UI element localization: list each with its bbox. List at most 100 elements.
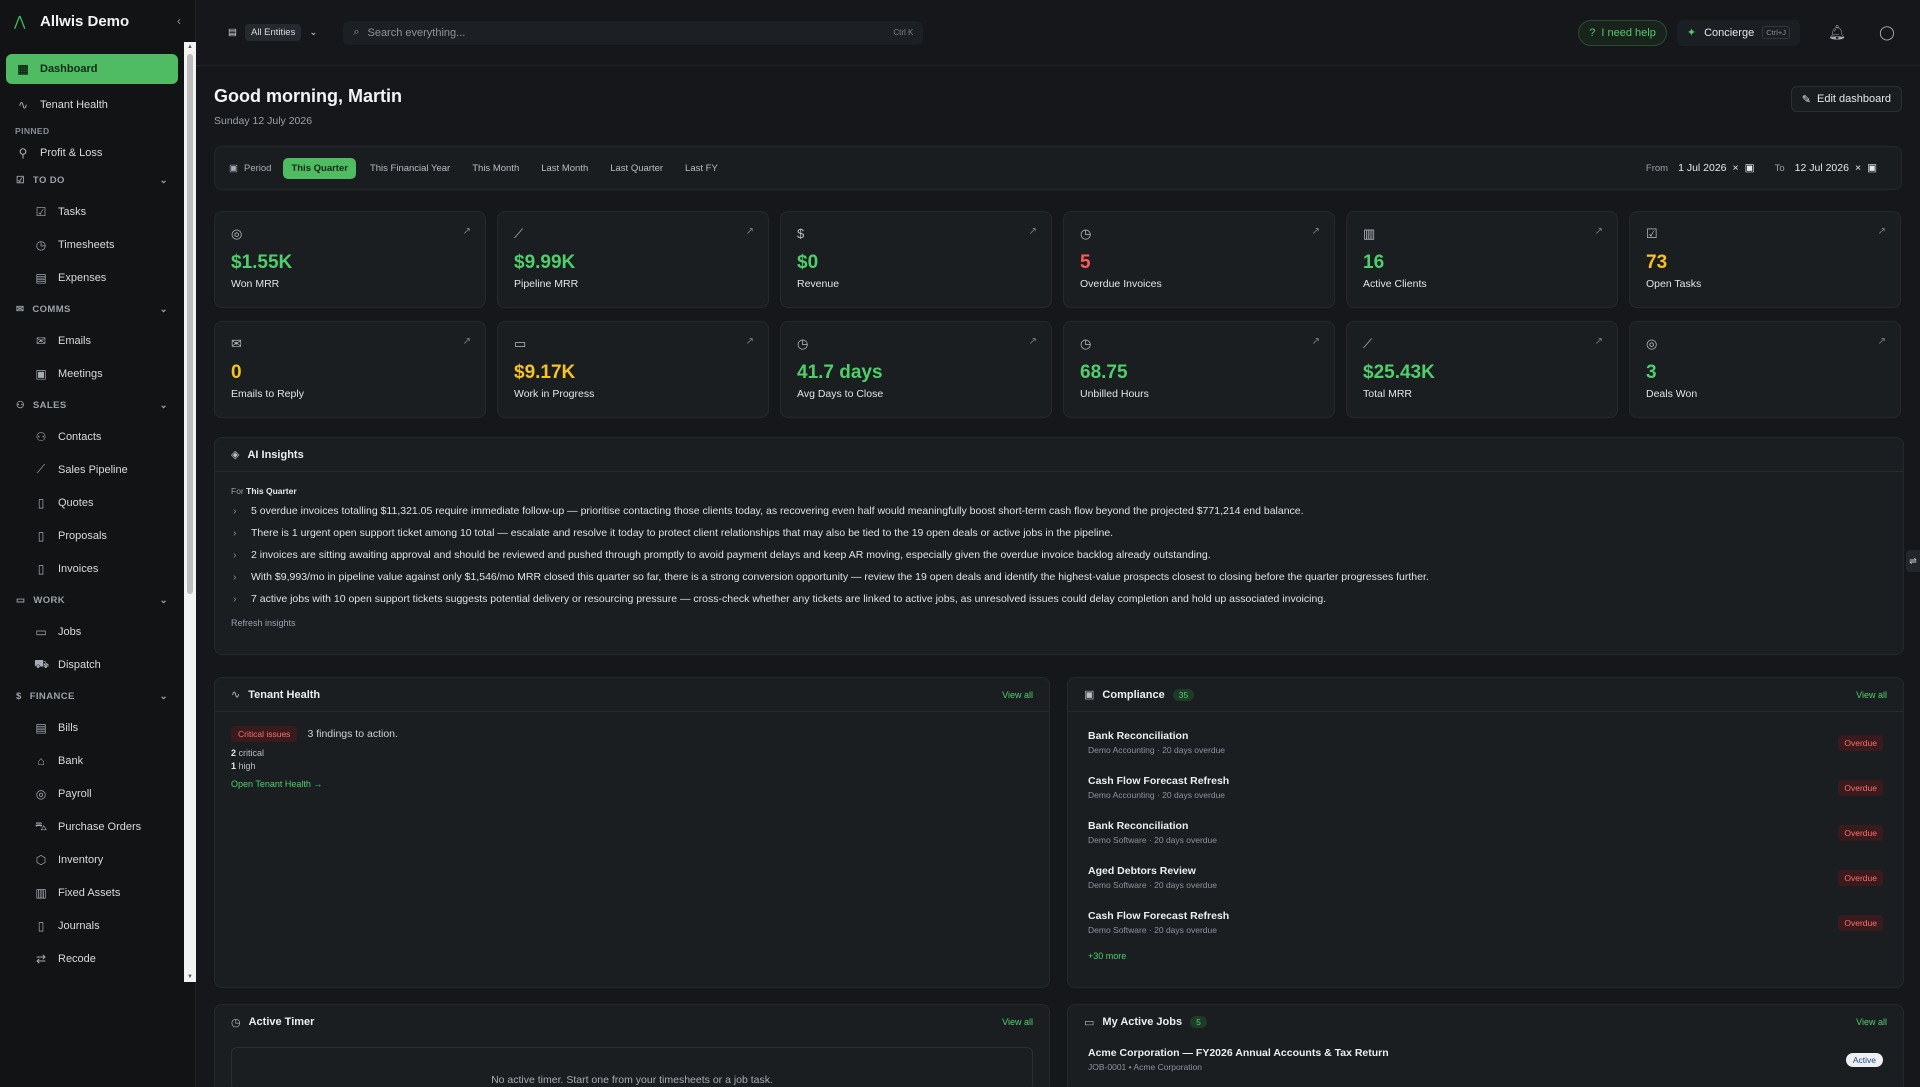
nav-group-todo[interactable]: ☑ TO DO ⌄ bbox=[0, 165, 184, 195]
sidebar-item-profit-loss[interactable]: ⚲ Profit & Loss bbox=[0, 141, 184, 165]
open-tenant-health-link[interactable]: Open Tenant Health → bbox=[231, 779, 1033, 789]
help-button[interactable]: ? I need help bbox=[1578, 19, 1667, 46]
sidebar-item-contacts[interactable]: ⚇ Contacts bbox=[0, 420, 184, 453]
help-label: I need help bbox=[1601, 26, 1656, 39]
open-arrow-icon[interactable]: ↗ bbox=[746, 336, 754, 347]
list-item[interactable]: Bank Reconciliation Demo Software · 20 da… bbox=[1068, 810, 1903, 855]
sidebar-item-bank[interactable]: ⌂ Bank bbox=[0, 744, 184, 777]
insight-item[interactable]: › 5 overdue invoices totalling $11,321.05… bbox=[215, 500, 1903, 522]
kpi-card-overdue-invoices[interactable]: ◷ ↗ 5 Overdue Invoices bbox=[1063, 211, 1335, 308]
period-option[interactable]: This Month bbox=[464, 158, 527, 179]
open-arrow-icon[interactable]: ↗ bbox=[1029, 226, 1037, 237]
kpi-card-work-in-progress[interactable]: ▭ ↗ $9.17K Work in Progress bbox=[497, 321, 769, 418]
kpi-card-unbilled-hours[interactable]: ◷ ↗ 68.75 Unbilled Hours bbox=[1063, 321, 1335, 418]
sidebar-item-emails[interactable]: ✉ Emails bbox=[0, 324, 184, 357]
period-option[interactable]: This Financial Year bbox=[362, 158, 458, 179]
open-arrow-icon[interactable]: ↗ bbox=[1595, 336, 1603, 347]
ai-insights-card: ◈ AI Insights For This Quarter › 5 overdu… bbox=[214, 437, 1904, 655]
clear-icon[interactable]: × bbox=[1855, 162, 1861, 174]
kpi-card-won-mrr[interactable]: ◎ ↗ $1.55K Won MRR bbox=[214, 211, 486, 308]
period-option[interactable]: This Quarter bbox=[283, 157, 356, 179]
sidebar-item-dispatch[interactable]: ⛟ Dispatch bbox=[0, 648, 184, 681]
side-panel-toggle-icon[interactable]: ⇌ bbox=[1906, 550, 1920, 572]
bell-icon[interactable]: 🔔︎ bbox=[1824, 24, 1850, 41]
collapse-sidebar-icon[interactable]: ‹ bbox=[177, 14, 181, 28]
sidebar-item-tasks[interactable]: ☑ Tasks bbox=[0, 195, 184, 228]
sidebar-item-inventory[interactable]: ⬡ Inventory bbox=[0, 843, 184, 876]
sidebar-item-timesheets[interactable]: ◷ Timesheets bbox=[0, 228, 184, 261]
period-option[interactable]: Last Month bbox=[533, 158, 596, 179]
kpi-card-active-clients[interactable]: ▥ ↗ 16 Active Clients bbox=[1346, 211, 1618, 308]
nav-group-comms[interactable]: ✉ COMMS ⌄ bbox=[0, 294, 184, 324]
scroll-down-arrow-icon[interactable]: ▼ bbox=[184, 972, 196, 982]
insight-item[interactable]: › 7 active jobs with 10 open support tick… bbox=[215, 588, 1903, 610]
open-arrow-icon[interactable]: ↗ bbox=[1595, 226, 1603, 237]
period-option[interactable]: Last Quarter bbox=[602, 158, 671, 179]
list-item[interactable]: Bank Reconciliation Demo Accounting · 20 … bbox=[1068, 720, 1903, 765]
open-arrow-icon[interactable]: ↗ bbox=[463, 336, 471, 347]
period-option[interactable]: Last FY bbox=[677, 158, 726, 179]
view-all-link[interactable]: View all bbox=[1856, 690, 1887, 700]
nav-group-sales[interactable]: ⚇ SALES ⌄ bbox=[0, 390, 184, 420]
sidebar-item-recode[interactable]: ⇄ Recode bbox=[0, 942, 184, 975]
open-arrow-icon[interactable]: ↗ bbox=[1878, 226, 1886, 237]
open-arrow-icon[interactable]: ↗ bbox=[463, 226, 471, 237]
sidebar-item-dashboard[interactable]: ▦ Dashboard bbox=[6, 54, 178, 84]
sidebar-item-purchase-orders[interactable]: ⛍ Purchase Orders bbox=[0, 810, 184, 843]
insight-item[interactable]: › There is 1 urgent open support ticket a… bbox=[215, 522, 1903, 544]
sidebar-item-journals[interactable]: ▯ Journals bbox=[0, 909, 184, 942]
sidebar-item-fixed-assets[interactable]: ▥ Fixed Assets bbox=[0, 876, 184, 909]
refresh-insights-link[interactable]: Refresh insights bbox=[231, 618, 1887, 628]
view-all-link[interactable]: View all bbox=[1002, 690, 1033, 700]
view-all-link[interactable]: View all bbox=[1856, 1017, 1887, 1027]
scroll-up-arrow-icon[interactable]: ▲ bbox=[184, 42, 196, 52]
sidebar-scrollbar[interactable]: ▲ ▼ bbox=[184, 42, 196, 982]
calendar-icon[interactable]: ▣ bbox=[1867, 162, 1877, 174]
more-link[interactable]: +30 more bbox=[1088, 951, 1883, 961]
entity-selector[interactable]: ▤ All Entities ⌄ bbox=[220, 20, 325, 46]
sidebar-item-tenant-health[interactable]: ∿ Tenant Health bbox=[0, 88, 184, 121]
sidebar-item-invoices[interactable]: ▯ Invoices bbox=[0, 552, 184, 585]
page-title: Good morning, Martin bbox=[214, 86, 402, 106]
open-arrow-icon[interactable]: ↗ bbox=[1312, 226, 1320, 237]
insight-item[interactable]: › 2 invoices are sitting awaiting approva… bbox=[215, 544, 1903, 566]
list-item[interactable]: Cash Flow Forecast Refresh Demo Software … bbox=[1068, 900, 1903, 945]
sidebar-item-proposals[interactable]: ▯ Proposals bbox=[0, 519, 184, 552]
list-item[interactable]: Cash Flow Forecast Refresh Demo Accountin… bbox=[1068, 765, 1903, 810]
list-item[interactable]: Acme Corporation — FY2026 Annual Account… bbox=[1068, 1039, 1903, 1080]
kpi-card-deals-won[interactable]: ◎ ↗ 3 Deals Won bbox=[1629, 321, 1901, 418]
open-arrow-icon[interactable]: ↗ bbox=[1029, 336, 1037, 347]
open-arrow-icon[interactable]: ↗ bbox=[1312, 336, 1320, 347]
scroll-thumb[interactable] bbox=[187, 54, 193, 594]
insight-item[interactable]: › With $9,993/mo in pipeline value agains… bbox=[215, 566, 1903, 588]
sidebar-item-payroll[interactable]: ◎ Payroll bbox=[0, 777, 184, 810]
calendar-icon[interactable]: ▣ bbox=[1745, 162, 1755, 174]
from-date-field[interactable]: 1 Jul 2026 × ▣ bbox=[1678, 162, 1755, 174]
sidebar-item-sales-pipeline[interactable]: ⟋ Sales Pipeline bbox=[0, 453, 184, 486]
concierge-button[interactable]: ✦ Concierge Ctrl+J bbox=[1676, 19, 1800, 46]
search-input[interactable]: ⌕ Search everything... Ctrl K bbox=[343, 20, 924, 45]
nav-group-finance[interactable]: $ FINANCE ⌄ bbox=[0, 681, 184, 711]
chevron-right-icon: › bbox=[233, 593, 237, 605]
kpi-card-avg-days-to-close[interactable]: ◷ ↗ 41.7 days Avg Days to Close bbox=[780, 321, 1052, 418]
open-arrow-icon[interactable]: ↗ bbox=[746, 226, 754, 237]
sidebar-item-expenses[interactable]: ▤ Expenses bbox=[0, 261, 184, 294]
sidebar-item-meetings[interactable]: ▣ Meetings bbox=[0, 357, 184, 390]
view-all-link[interactable]: View all bbox=[1002, 1017, 1033, 1027]
sidebar-item-bills[interactable]: ▤ Bills bbox=[0, 711, 184, 744]
kpi-card-total-mrr[interactable]: ⟋ ↗ $25.43K Total MRR bbox=[1346, 321, 1618, 418]
calendar-icon: ▣ bbox=[35, 366, 47, 381]
sidebar-item-quotes[interactable]: ▯ Quotes bbox=[0, 486, 184, 519]
list-item[interactable]: Aged Debtors Review Demo Software · 20 da… bbox=[1068, 855, 1903, 900]
sidebar-item-jobs[interactable]: ▭ Jobs bbox=[0, 615, 184, 648]
kpi-card-emails-to-reply[interactable]: ✉ ↗ 0 Emails to Reply bbox=[214, 321, 486, 418]
kpi-card-pipeline-mrr[interactable]: ⟋ ↗ $9.99K Pipeline MRR bbox=[497, 211, 769, 308]
to-date-field[interactable]: 12 Jul 2026 × ▣ bbox=[1795, 162, 1877, 174]
kpi-card-revenue[interactable]: $ ↗ $0 Revenue bbox=[780, 211, 1052, 308]
clear-icon[interactable]: × bbox=[1733, 162, 1739, 174]
open-arrow-icon[interactable]: ↗ bbox=[1878, 336, 1886, 347]
nav-group-work[interactable]: ▭ WORK ⌄ bbox=[0, 585, 184, 615]
chat-icon[interactable]: ◯ bbox=[1874, 24, 1900, 41]
edit-dashboard-button[interactable]: ✎ Edit dashboard bbox=[1790, 86, 1902, 112]
kpi-card-open-tasks[interactable]: ☑ ↗ 73 Open Tasks bbox=[1629, 211, 1901, 308]
